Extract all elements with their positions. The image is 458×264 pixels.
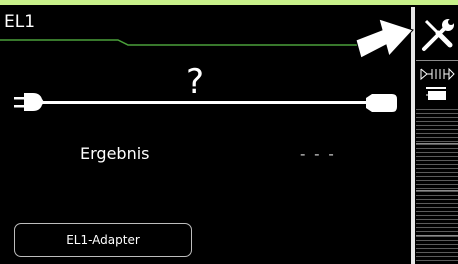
pointer-arrow-icon — [355, 18, 414, 59]
